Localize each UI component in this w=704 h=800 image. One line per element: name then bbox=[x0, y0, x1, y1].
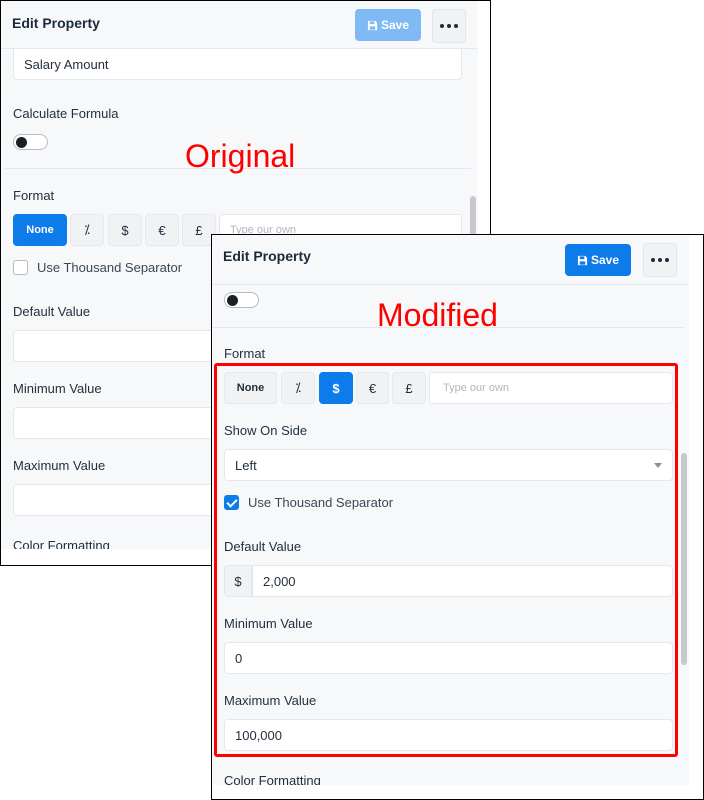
maximum-value-label: Maximum Value bbox=[13, 458, 106, 473]
save-label: Save bbox=[380, 18, 410, 32]
format-dollar-button[interactable]: $ bbox=[108, 214, 142, 246]
color-formatting-label: Color Formatting bbox=[13, 538, 110, 549]
more-options-button[interactable] bbox=[432, 9, 466, 43]
save-button[interactable]: Save bbox=[565, 244, 631, 276]
original-annotation: Original bbox=[185, 138, 296, 174]
modified-header: Edit Property Save bbox=[212, 235, 689, 285]
calculate-formula-toggle[interactable] bbox=[13, 134, 48, 150]
dot-icon bbox=[440, 24, 444, 28]
floppy-disk-icon bbox=[577, 255, 588, 265]
modified-panel: Edit Property Save Format None ⁒ $ € £ T… bbox=[211, 234, 704, 800]
dot-icon bbox=[658, 258, 662, 262]
default-value-label: Default Value bbox=[13, 304, 91, 319]
toggle-knob bbox=[227, 295, 238, 306]
modified-annotation: Modified bbox=[377, 297, 498, 333]
minimum-value-label: Minimum Value bbox=[13, 381, 102, 396]
dot-icon bbox=[665, 258, 669, 262]
scrollbar-thumb[interactable] bbox=[681, 453, 687, 665]
more-options-button[interactable] bbox=[643, 243, 677, 277]
format-label: Format bbox=[13, 188, 55, 203]
property-name-input[interactable]: Salary Amount bbox=[13, 49, 462, 80]
dot-icon bbox=[651, 258, 655, 262]
dot-icon bbox=[447, 24, 451, 28]
original-header: Edit Property Save bbox=[1, 1, 478, 49]
thousand-separator-checkbox[interactable] bbox=[13, 260, 28, 275]
calculate-formula-toggle[interactable] bbox=[224, 292, 259, 308]
save-label: Save bbox=[590, 253, 620, 267]
format-euro-button[interactable]: € bbox=[145, 214, 179, 246]
toggle-knob bbox=[16, 137, 27, 148]
page-title: Edit Property bbox=[223, 248, 311, 264]
thousand-separator-label: Use Thousand Separator bbox=[37, 260, 183, 275]
format-none-button[interactable]: None bbox=[13, 214, 67, 246]
calculate-formula-label: Calculate Formula bbox=[13, 106, 119, 121]
format-label: Format bbox=[224, 346, 266, 361]
format-percent-button[interactable]: ⁒ bbox=[70, 214, 104, 246]
page-title: Edit Property bbox=[12, 15, 100, 31]
save-button[interactable]: Save bbox=[355, 9, 421, 41]
dot-icon bbox=[454, 24, 458, 28]
property-name-value: Salary Amount bbox=[24, 56, 109, 72]
changes-highlight-box bbox=[214, 363, 678, 757]
floppy-disk-icon bbox=[367, 20, 378, 30]
color-formatting-label: Color Formatting bbox=[224, 773, 321, 785]
